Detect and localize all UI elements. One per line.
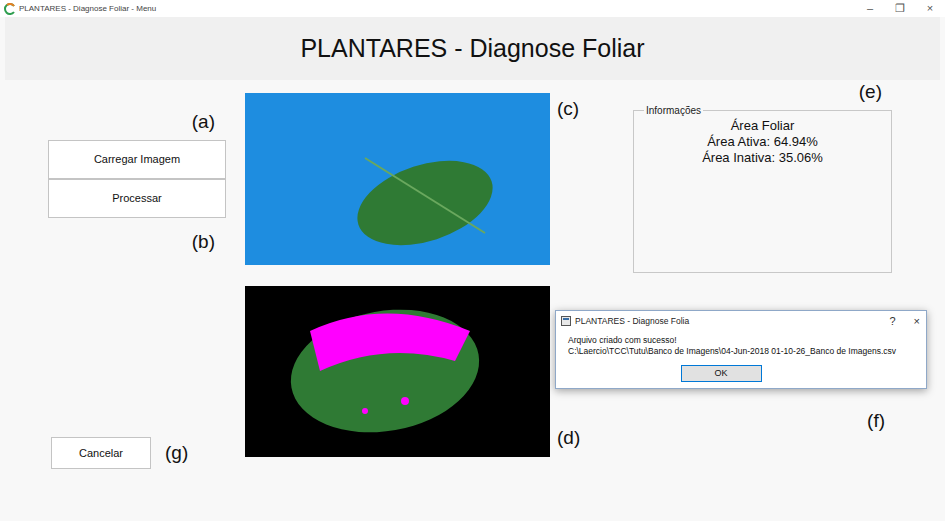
header-title: PLANTARES - Diagnose Foliar (300, 30, 644, 68)
window-control-button[interactable]: – (855, 0, 885, 17)
info-line: Área Foliar (731, 118, 795, 134)
info-line: Área Ativa: 64.94% (707, 134, 818, 150)
right-column: (e) Informações Área FoliarÁrea Ativa: 64.… (590, 80, 945, 521)
annotation-label: (c) (557, 98, 590, 120)
title-bar: PLANTARES - Diagnose Foliar - Menu –❐× (0, 0, 945, 17)
processed-leaf-icon (245, 286, 550, 457)
action-button[interactable]: Processar (48, 179, 226, 218)
dialog-title-bar: PLANTARES - Diagnose Folia? × (556, 311, 926, 331)
info-panel: Informações Área FoliarÁrea Ativa: 64.94%… (633, 103, 892, 273)
header-panel: PLANTARES - Diagnose Foliar (5, 17, 940, 80)
processed-image (245, 286, 550, 457)
annotation-label: (f) (867, 410, 885, 432)
main-area: (a) Carregar ImagemProcessar (b) Cancelar (g… (0, 80, 945, 521)
message-dialog: PLANTARES - Diagnose Folia?×Arquivo cria… (555, 310, 927, 389)
annotation-label: (g) (165, 442, 188, 464)
annotation-label: (e) (859, 81, 882, 103)
annotation-label: (d) (557, 427, 590, 449)
leaf-photo-icon (245, 93, 550, 265)
image-labels-column: (c) (d) (550, 80, 590, 521)
annotation-label: (b) (192, 231, 215, 253)
dialog-path: C:\Laercio\TCC\Tutu\Banco de Imagens\04-… (568, 346, 914, 357)
dialog-title: PLANTARES - Diagnose Folia (575, 315, 689, 328)
action-button[interactable]: Carregar Imagem (48, 140, 226, 179)
left-column: (a) Carregar ImagemProcessar (b) Cancelar (g… (0, 80, 245, 521)
images-column (245, 80, 550, 521)
ok-button[interactable]: OK (681, 365, 762, 382)
info-legend: Informações (644, 103, 703, 118)
dialog-control-button[interactable]: ? (889, 314, 895, 328)
original-image (245, 93, 550, 265)
info-line: Área Inativa: 35.06% (702, 150, 823, 166)
dialog-app-icon (561, 316, 571, 326)
annotation-label: (a) (192, 111, 215, 133)
app-window: PLANTARES - Diagnose Foliar - Menu–❐×PLA… (0, 0, 945, 521)
dialog-control-button[interactable]: × (914, 314, 920, 328)
window-control-button[interactable]: ❐ (885, 0, 915, 17)
window-control-button[interactable]: × (915, 0, 945, 17)
dialog-body: Arquivo criado com sucesso!C:\Laercio\TC… (556, 331, 926, 388)
window-title: PLANTARES - Diagnose Foliar - Menu (19, 3, 156, 15)
dialog-message: Arquivo criado com sucesso! (568, 335, 914, 346)
window-controls: –❐× (855, 0, 945, 17)
button-group: Carregar ImagemProcessar (48, 140, 226, 218)
app-logo-icon (4, 3, 16, 15)
cancel-button[interactable]: Cancelar (51, 437, 151, 469)
